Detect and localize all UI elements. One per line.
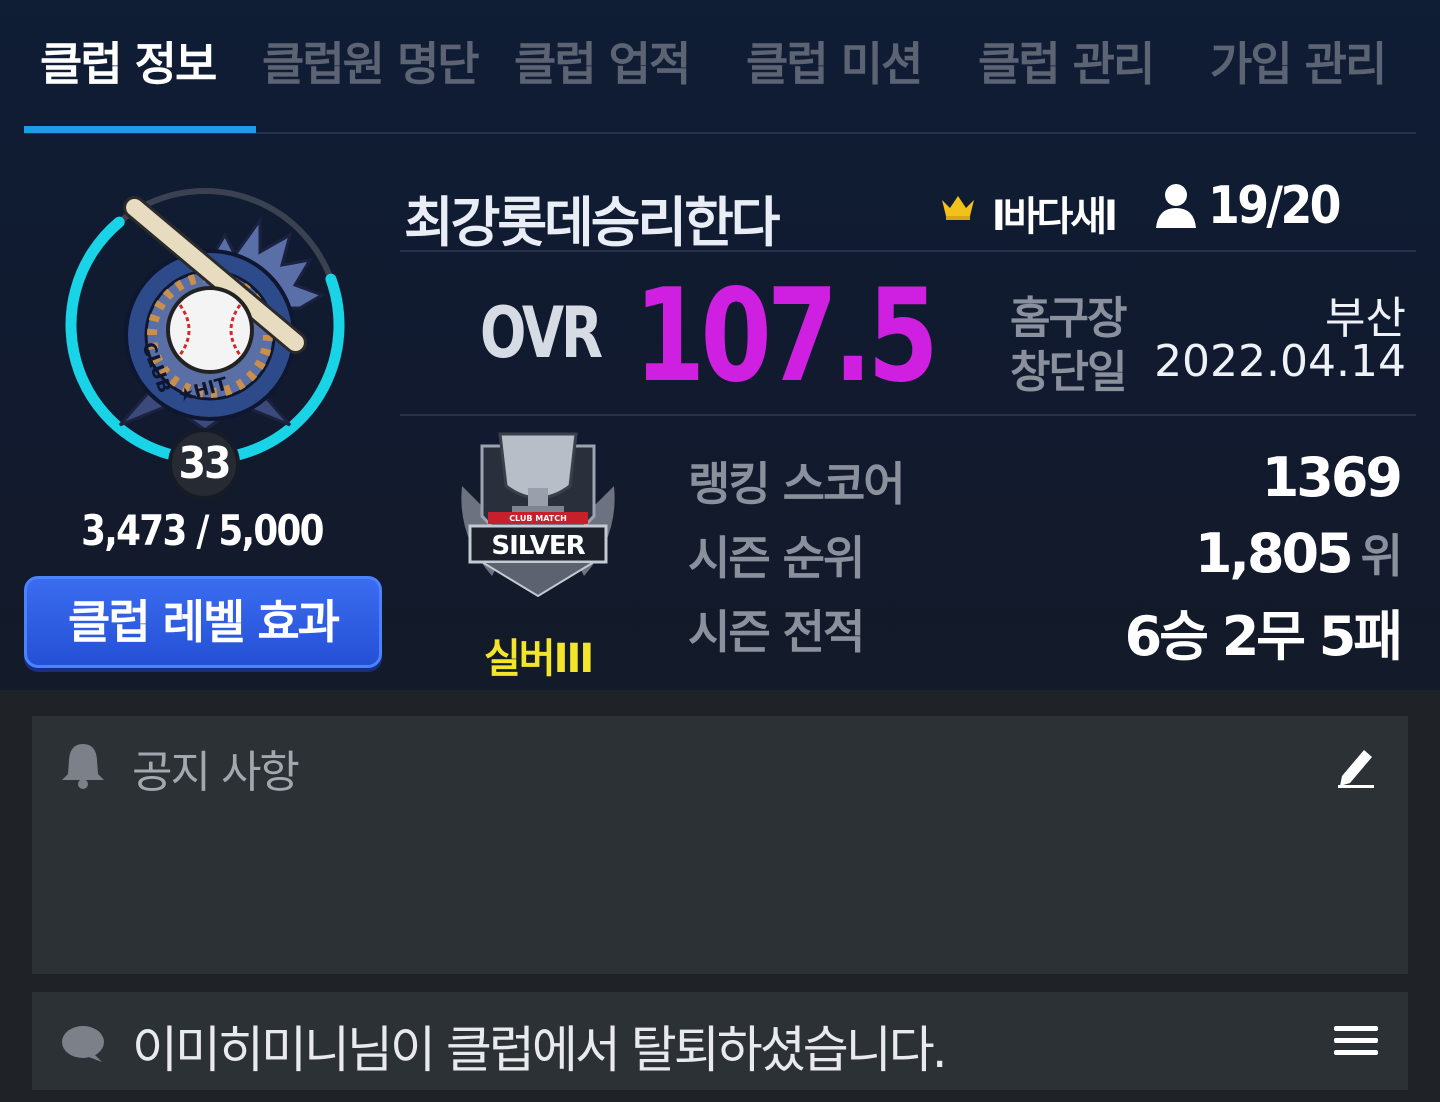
member-count: 19/20 — [1208, 176, 1342, 236]
season-rank: 1,805 위 — [1194, 520, 1403, 586]
tab-bar — [24, 0, 1416, 134]
season-rank-label: 시즌 순위 — [688, 531, 865, 585]
tab-club-info[interactable]: 클럽 정보 — [40, 34, 217, 94]
ranking-score-value: 1369 — [1261, 446, 1403, 509]
tab-achievements[interactable]: 클럽 업적 — [514, 34, 691, 94]
club-leader-name[interactable]: l바다새l — [992, 184, 1118, 242]
ranking-score-label: 랭킹 스코어 — [688, 457, 906, 511]
founded-date-value: 2022.04.14 — [1154, 336, 1406, 387]
divider — [400, 414, 1416, 416]
active-tab-indicator — [24, 126, 256, 133]
menu-icon[interactable] — [1332, 1024, 1380, 1058]
crown-icon — [942, 196, 974, 220]
tab-club-management[interactable]: 클럽 관리 — [978, 34, 1155, 94]
tab-missions[interactable]: 클럽 미션 — [746, 34, 923, 94]
club-level-badge: 33 — [168, 428, 240, 500]
tab-join-management[interactable]: 가입 관리 — [1210, 34, 1387, 94]
ovr-value: 107.5 — [634, 262, 939, 411]
person-icon — [1156, 184, 1196, 228]
club-name: 최강롯데승리한다 — [404, 191, 780, 254]
season-record-value: 6승 2무 5패 — [1124, 605, 1403, 668]
club-news-bar[interactable]: 이미히미니님이 클럽에서 탈퇴하셨습니다. — [32, 992, 1408, 1090]
chat-bubble-icon — [62, 1026, 104, 1062]
bell-icon — [62, 744, 104, 789]
tier-emblem-text: SILVER — [491, 531, 585, 561]
edit-icon[interactable] — [1336, 744, 1376, 788]
club-level-effect-button[interactable]: 클럽 레벨 효과 — [24, 576, 382, 668]
club-emblem: CLUB ★HIT — [60, 180, 350, 470]
season-rank-unit: 위 — [1360, 529, 1403, 583]
tab-member-list[interactable]: 클럽원 명단 — [262, 34, 480, 94]
club-news-text: 이미히미니님이 클럽에서 탈퇴하셨습니다. — [132, 1021, 948, 1079]
notice-title: 공지 사항 — [132, 747, 300, 798]
divider — [400, 250, 1416, 252]
ovr-label: OVR — [480, 292, 603, 374]
season-rank-value: 1,805 — [1194, 522, 1354, 585]
season-record-label: 시즌 전적 — [688, 605, 865, 659]
silver-tier-emblem: CLUB MATCH SILVER — [461, 432, 615, 598]
tier-name: 실버III — [484, 636, 594, 682]
founded-date-label: 창단일 — [1010, 347, 1127, 398]
tier-emblem-banner: CLUB MATCH — [509, 514, 567, 523]
notice-panel: 공지 사항 — [32, 716, 1408, 974]
club-exp-text: 3,473 / 5,000 — [81, 506, 324, 555]
